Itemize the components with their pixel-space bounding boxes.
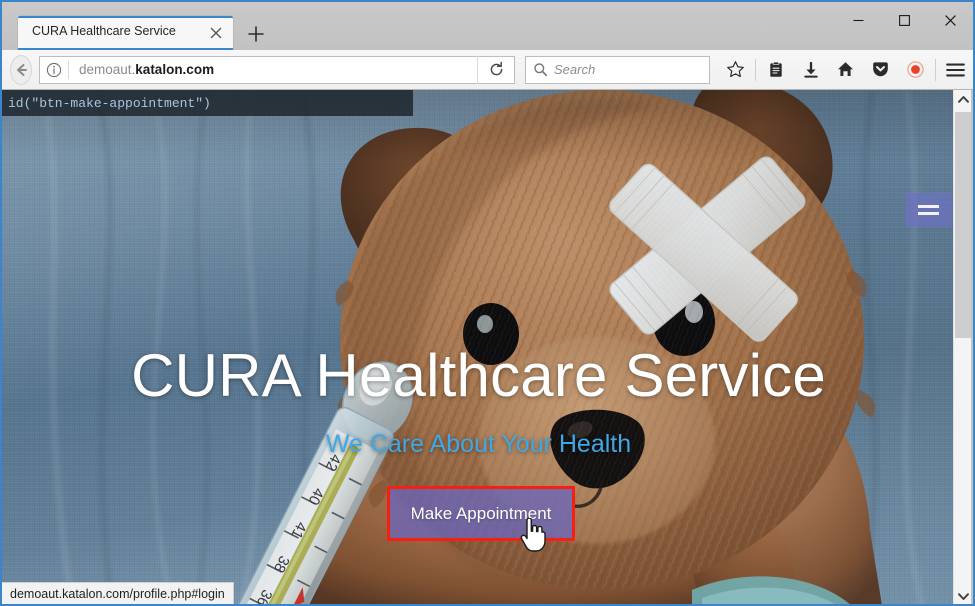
menu-hamburger-icon[interactable]: [938, 55, 973, 85]
inspector-selector-bar: id("btn-make-appointment"): [2, 90, 413, 116]
downloads-icon[interactable]: [793, 55, 828, 85]
inspector-selector-text: id("btn-make-appointment"): [8, 95, 211, 111]
navbar-toggle-button[interactable]: [905, 193, 952, 227]
tab-title: CURA Healthcare Service: [32, 24, 176, 38]
search-input-placeholder[interactable]: Search: [554, 62, 595, 77]
make-appointment-button[interactable]: Make Appointment: [390, 489, 572, 538]
scroll-down-arrow-icon[interactable]: [954, 587, 972, 604]
close-window-button[interactable]: [927, 2, 973, 38]
toolbar-icon-group: [718, 55, 973, 85]
search-icon: [526, 62, 554, 77]
url-prefix: demoaut.: [79, 62, 136, 77]
tab-close-icon[interactable]: [207, 24, 225, 42]
toolbar-divider-2: [935, 58, 936, 81]
browser-window: CURA Healthcare Service demoaut.katalon.…: [0, 0, 975, 606]
hamburger-line-2: [918, 212, 939, 215]
address-bar[interactable]: demoaut.katalon.com: [39, 55, 515, 84]
url-domain: katalon.com: [135, 62, 215, 77]
hamburger-line-1: [918, 205, 939, 208]
window-controls: [835, 2, 973, 38]
scroll-up-arrow-icon[interactable]: [954, 90, 972, 109]
back-button[interactable]: [10, 54, 32, 85]
reload-button[interactable]: [477, 55, 514, 84]
pocket-icon[interactable]: [863, 55, 898, 85]
site-info-icon[interactable]: [40, 62, 68, 78]
record-icon[interactable]: [898, 55, 933, 85]
tab-cura-healthcare-service[interactable]: CURA Healthcare Service: [18, 16, 233, 50]
maximize-button[interactable]: [881, 2, 927, 38]
navigation-toolbar: demoaut.katalon.com Search: [2, 50, 973, 90]
vertical-scrollbar[interactable]: [953, 90, 972, 604]
bookmark-star-icon[interactable]: [718, 55, 753, 85]
page-title: CURA Healthcare Service: [131, 342, 826, 409]
toolbar-divider: [755, 58, 756, 81]
address-bar-url: demoaut.katalon.com: [69, 62, 214, 77]
scrollbar-thumb[interactable]: [955, 112, 971, 338]
page-subtitle: We Care About Your Health: [325, 430, 632, 458]
status-bar-link: demoaut.katalon.com/profile.php#login: [10, 586, 225, 601]
search-bar[interactable]: Search: [525, 55, 710, 84]
new-tab-button[interactable]: [245, 23, 267, 45]
page-viewport: 42 40 41 38 36 id("btn-make-appointment"…: [2, 90, 955, 604]
minimize-button[interactable]: [835, 2, 881, 38]
home-icon[interactable]: [828, 55, 863, 85]
library-icon[interactable]: [758, 55, 793, 85]
status-bar: demoaut.katalon.com/profile.php#login: [2, 582, 234, 604]
tab-strip: CURA Healthcare Service: [2, 2, 973, 50]
